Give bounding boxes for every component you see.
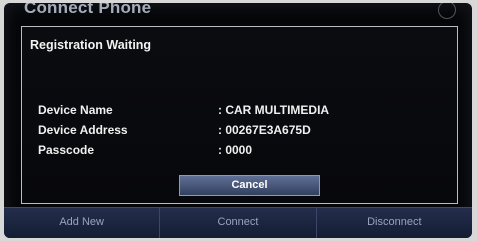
device-name-label: Device Name [38, 103, 113, 117]
dialog-title: Registration Waiting [30, 38, 152, 52]
close-icon[interactable] [438, 3, 456, 19]
registration-dialog: Registration Waiting Device Name : CAR M… [21, 26, 458, 204]
passcode-label: Passcode [38, 143, 95, 157]
add-new-button[interactable]: Add New [4, 208, 161, 238]
passcode-value: : 0000 [218, 143, 253, 157]
bottom-tab-bar: Add New Connect Disconnect [4, 207, 472, 238]
device-address-row: Device Address : 00267E3A675D [38, 123, 438, 139]
connect-button[interactable]: Connect [160, 208, 317, 238]
screen-title: Connect Phone [24, 3, 152, 17]
device-name-value: : CAR MULTIMEDIA [218, 103, 330, 117]
device-address-label: Device Address [38, 123, 128, 137]
device-address-value: : 00267E3A675D [218, 123, 311, 137]
cancel-button[interactable]: Cancel [179, 175, 320, 196]
head-unit-screen: Connect Phone Registration Waiting Devic… [4, 3, 472, 238]
disconnect-button[interactable]: Disconnect [317, 208, 472, 238]
device-name-row: Device Name : CAR MULTIMEDIA [38, 103, 438, 119]
passcode-row: Passcode : 0000 [38, 143, 438, 159]
